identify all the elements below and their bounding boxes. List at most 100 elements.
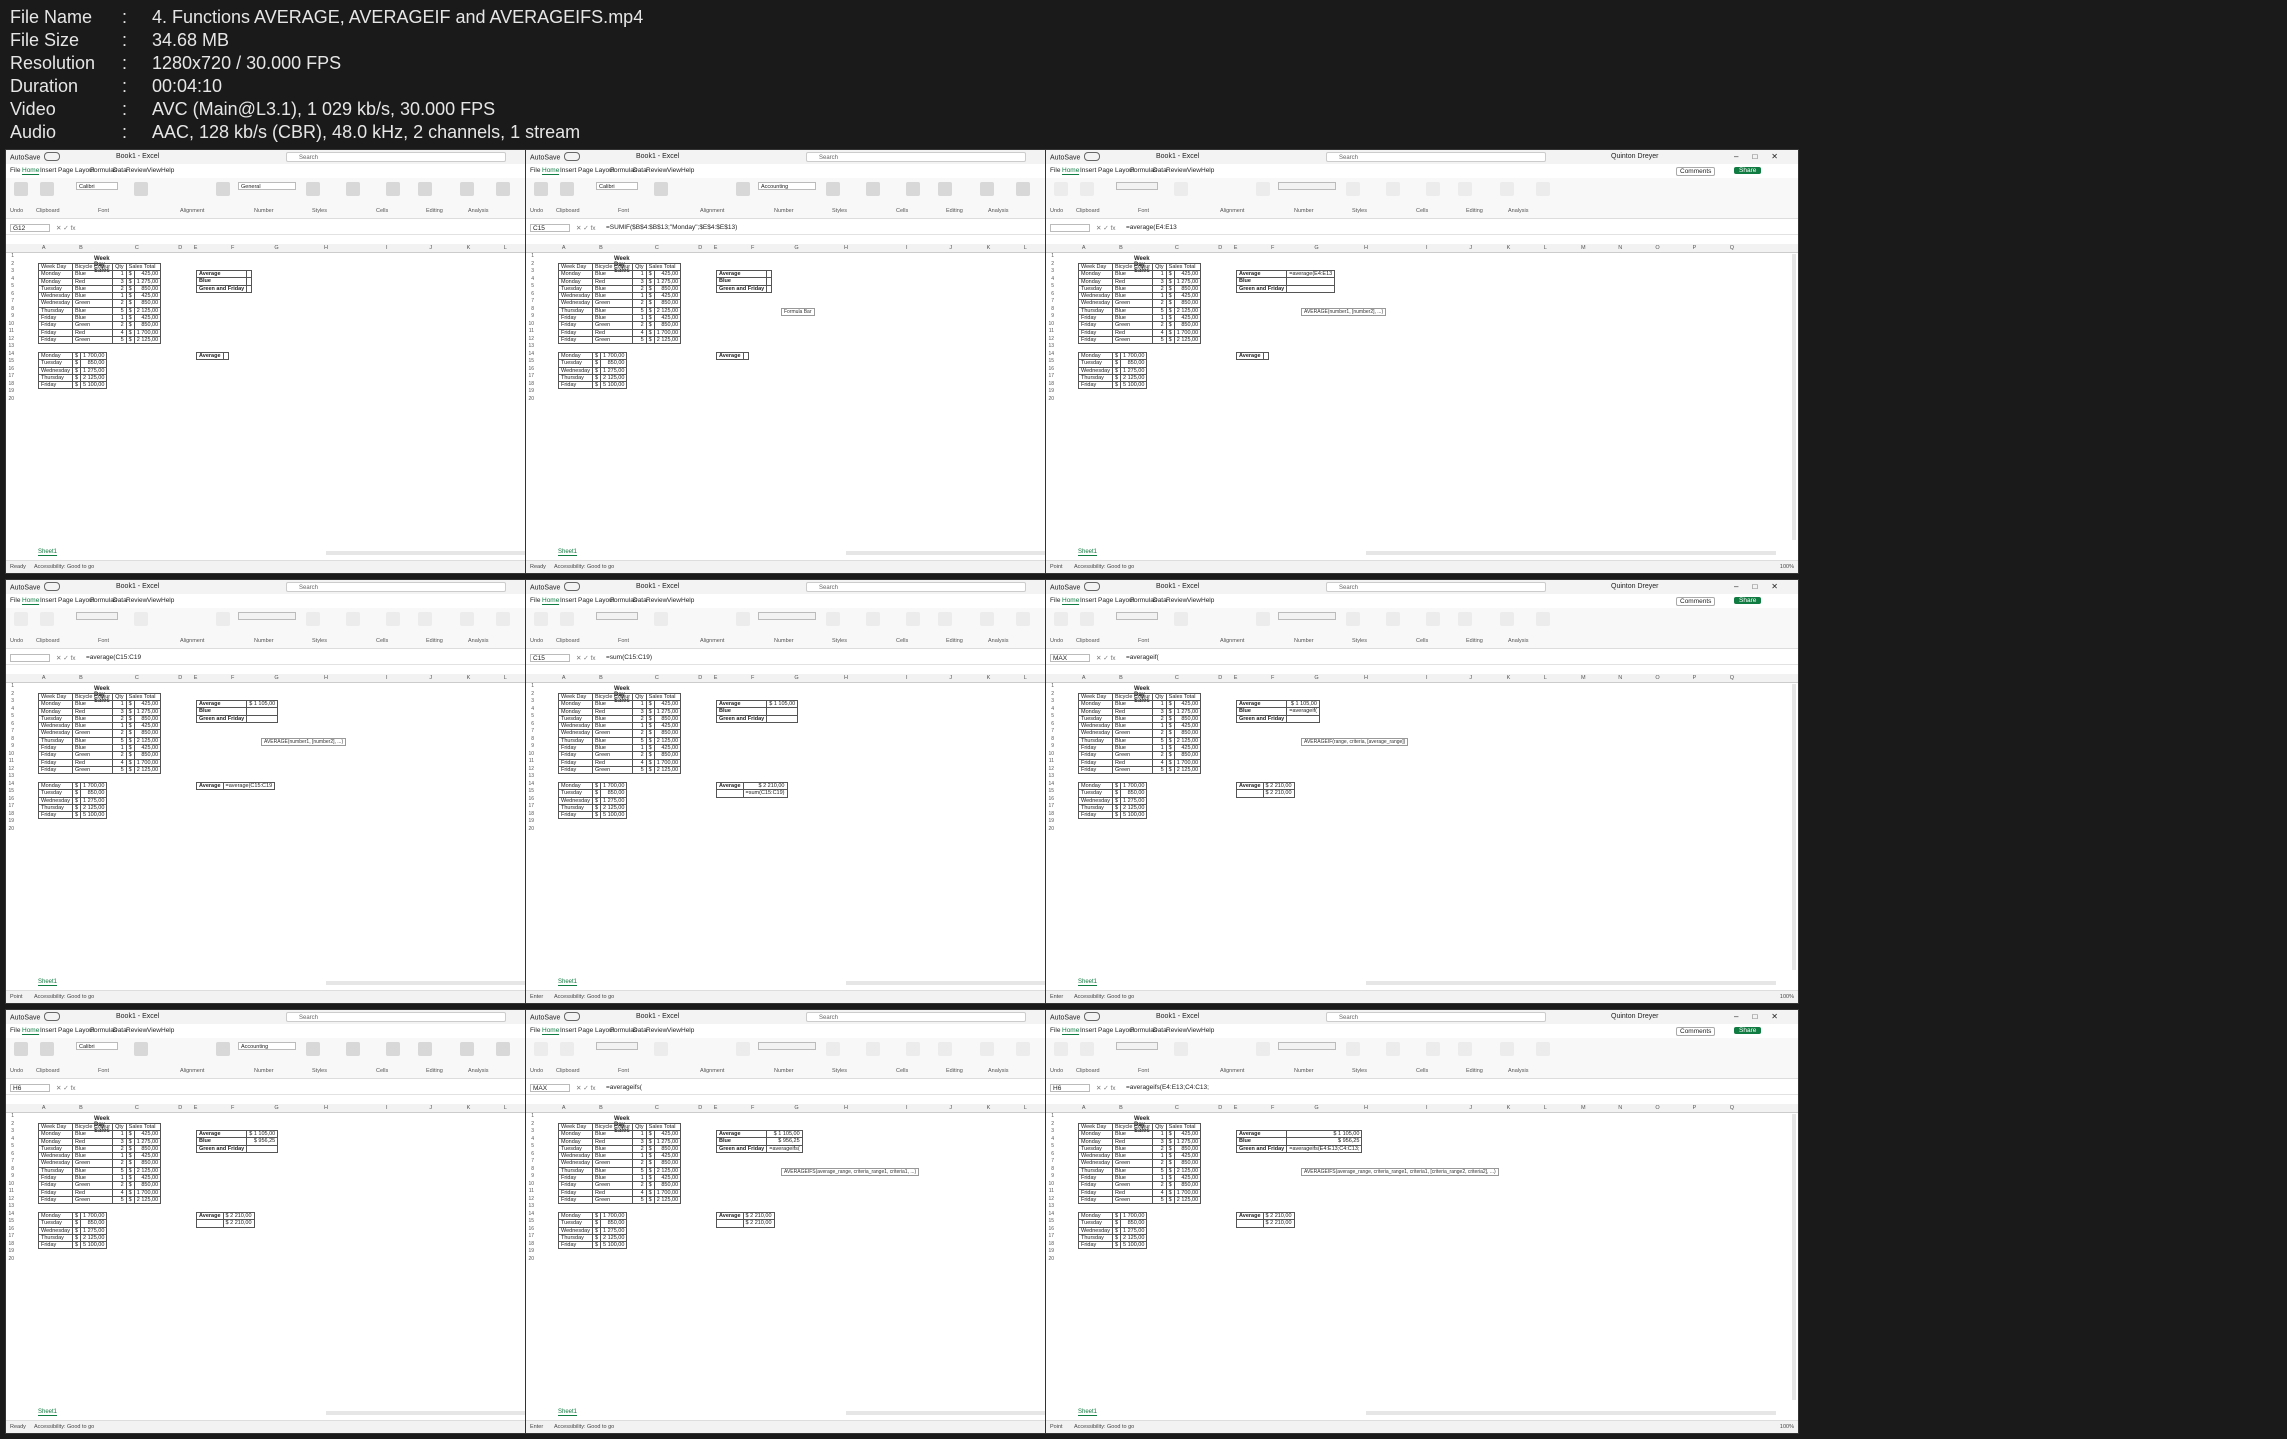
row-header[interactable]: 14 [6,781,16,789]
column-header[interactable]: M [1581,675,1586,681]
comments-button[interactable]: Comments [1676,167,1716,176]
daily-cell[interactable]: Thursday [558,1233,593,1243]
daily-cell[interactable]: 1 700,00 [600,1211,628,1221]
table-cell[interactable]: 850,00 [133,714,162,724]
ribbon-command-icon[interactable] [826,182,840,196]
ribbon-command-icon[interactable] [1174,1042,1188,1056]
row-header[interactable]: 18 [6,381,16,389]
row-header[interactable]: 13 [1046,773,1056,781]
table-header-cell[interactable]: Qty [632,1122,647,1132]
average-value-2[interactable]: $ 2 210,00 [742,1219,775,1228]
row-header[interactable]: 14 [1046,781,1056,789]
ribbon-command-icon[interactable] [216,612,230,626]
row-header[interactable]: 4 [526,706,536,714]
daily-cell[interactable]: 1 700,00 [1120,781,1148,791]
average-value-2[interactable]: $ 2 210,00 [1262,789,1295,798]
accessibility-status[interactable]: Accessibility: Good to go [1074,1424,1134,1430]
table-cell[interactable]: Blue [1111,314,1154,323]
daily-cell[interactable]: 2 125,00 [80,373,108,383]
ribbon-command-icon[interactable] [386,1042,400,1056]
row-header[interactable]: 2 [526,691,536,699]
ribbon-command-icon[interactable] [866,1042,880,1056]
summary-value[interactable] [1286,277,1336,286]
column-header[interactable]: B [79,1105,83,1111]
row-header[interactable]: 17 [1046,1233,1056,1241]
daily-cell[interactable]: Wednesday [1078,796,1113,805]
column-header[interactable]: Q [1730,675,1734,681]
row-header[interactable]: 12 [526,1196,536,1204]
table-cell[interactable]: Blue [71,1166,114,1176]
table-cell[interactable]: 1 [632,722,647,731]
column-header[interactable]: A [562,1105,566,1111]
summary-value[interactable]: =averageif( [1286,707,1320,716]
table-cell[interactable]: Blue [1111,1130,1154,1139]
table-cell[interactable]: Green [591,751,634,760]
name-box[interactable] [10,654,50,662]
table-cell[interactable]: Red [1111,758,1154,767]
table-cell[interactable]: Green [71,299,114,308]
daily-cell[interactable]: 1 275,00 [1120,1226,1148,1235]
column-header[interactable]: L [504,675,507,681]
accessibility-status[interactable]: Accessibility: Good to go [1074,564,1134,570]
table-cell[interactable]: 4 [112,758,127,767]
tab-insert[interactable]: Insert [560,167,576,174]
row-header[interactable]: 8 [6,1166,16,1174]
row-header[interactable]: 13 [526,343,536,351]
column-header[interactable]: J [949,1105,952,1111]
share-button[interactable]: Share [1734,597,1762,604]
table-cell[interactable]: Green [71,335,114,345]
column-header[interactable]: P [1693,675,1697,681]
average-value-2[interactable]: $ 2 210,00 [222,1219,255,1228]
average-value[interactable]: $ 2 210,00 [742,781,788,791]
column-header[interactable]: O [1655,245,1659,251]
accessibility-status[interactable]: Accessibility: Good to go [34,564,94,570]
row-header[interactable]: 19 [1046,1248,1056,1256]
table-cell[interactable]: Blue [71,700,114,709]
row-header[interactable]: 16 [1046,1226,1056,1234]
ribbon-command-icon[interactable] [906,1042,920,1056]
table-cell[interactable]: Blue [1111,744,1154,753]
table-cell[interactable]: Blue [591,306,634,316]
table-cell[interactable]: Wednesday [558,1159,593,1168]
table-cell[interactable]: Wednesday [38,299,73,308]
table-cell[interactable]: $ [645,1166,655,1176]
daily-cell[interactable]: Tuesday [38,359,73,368]
table-cell[interactable]: $ [125,328,135,337]
table-cell[interactable]: 2 [1152,284,1167,294]
column-header[interactable]: I [1426,675,1428,681]
ribbon-command-icon[interactable] [1536,1042,1550,1056]
row-header[interactable]: 14 [6,351,16,359]
table-cell[interactable]: 850,00 [653,729,682,738]
row-header[interactable]: 5 [6,283,16,291]
tab-data[interactable]: Data [633,1027,647,1034]
table-cell[interactable]: 5 [1152,335,1167,345]
row-header[interactable]: 18 [1046,811,1056,819]
daily-cell[interactable]: 5 100,00 [80,811,108,820]
table-header-cell[interactable]: Bicycle Colour [71,1122,114,1132]
accessibility-status[interactable]: Accessibility: Good to go [1074,994,1134,1000]
table-header-cell[interactable]: Sales Total [1165,692,1202,702]
table-cell[interactable]: Green [591,1195,634,1205]
tab-home[interactable]: Home [1062,167,1080,175]
tab-file[interactable]: File [10,597,20,604]
daily-cell[interactable]: $ [1111,1241,1122,1250]
table-cell[interactable]: $ [125,299,135,308]
table-header-cell[interactable]: Sales Total [645,1122,682,1132]
table-cell[interactable]: Monday [1078,1130,1113,1139]
row-header[interactable]: 9 [526,1173,536,1181]
table-cell[interactable]: Monday [558,270,593,279]
table-cell[interactable]: Friday [38,765,73,775]
table-cell[interactable]: Monday [38,700,73,709]
column-header[interactable]: K [1507,1105,1511,1111]
table-cell[interactable]: Red [591,707,634,716]
daily-cell[interactable]: 850,00 [600,359,628,368]
column-header[interactable]: B [599,675,603,681]
row-header[interactable]: 19 [526,1248,536,1256]
table-cell[interactable]: 2 125,00 [133,765,162,775]
table-cell[interactable]: 425,00 [1173,1174,1202,1183]
sheet-tab[interactable]: Sheet1 [1078,1409,1098,1416]
table-cell[interactable]: Friday [1078,335,1113,345]
ribbon-command-icon[interactable] [1536,612,1550,626]
table-cell[interactable]: 3 [632,1137,647,1146]
daily-cell[interactable]: $ [71,803,82,813]
